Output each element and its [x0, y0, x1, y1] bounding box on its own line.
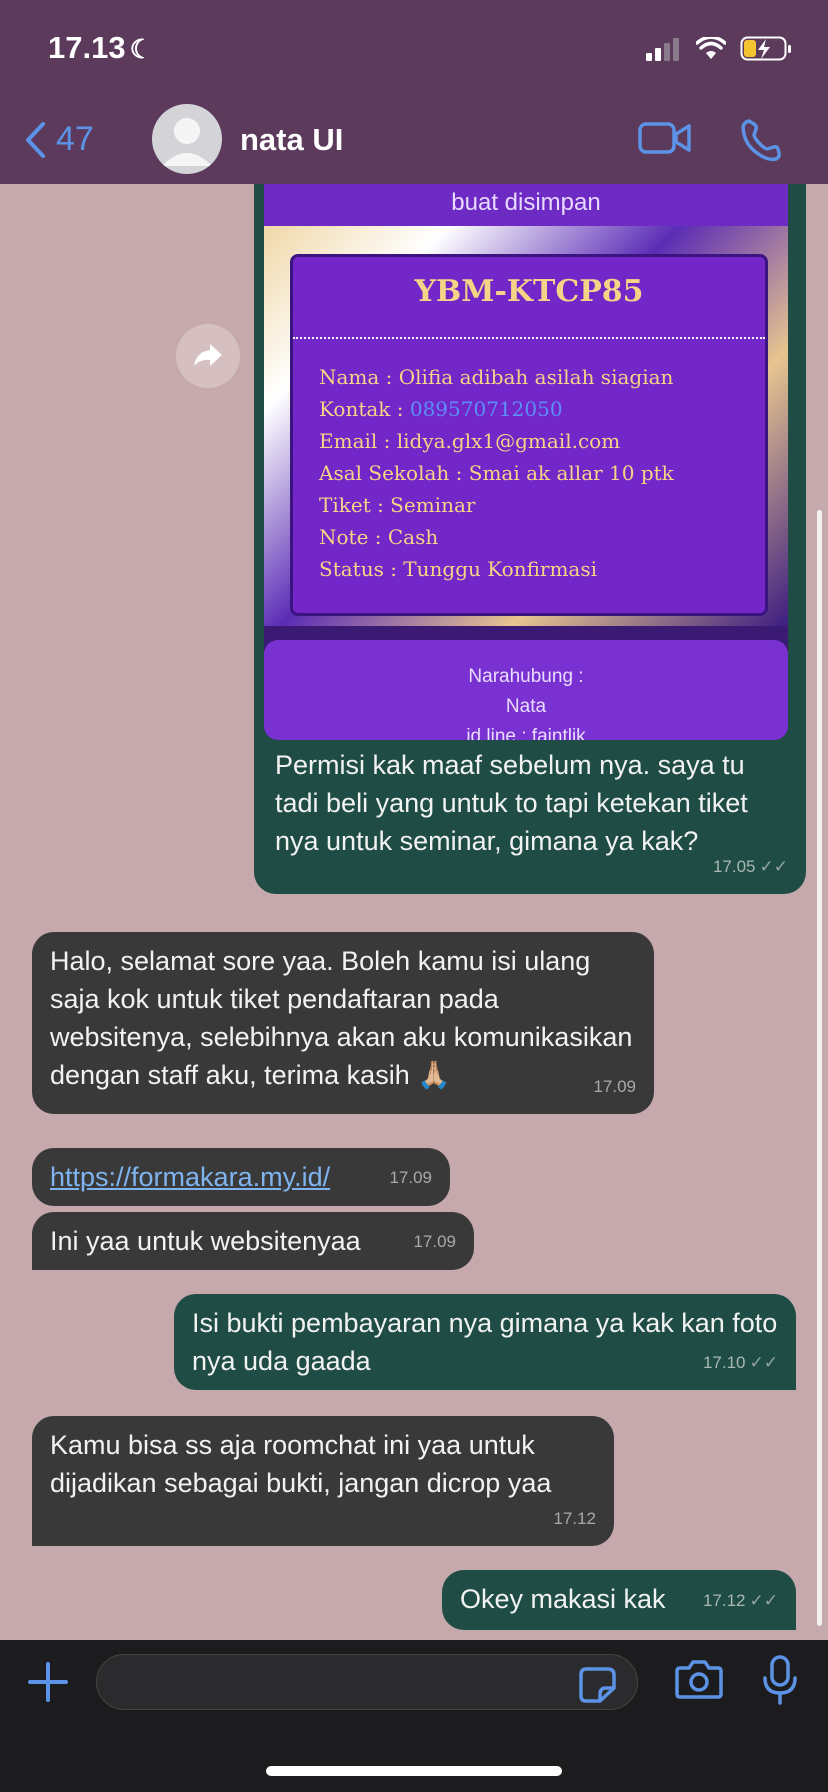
ticket-status: Status : Tunggu Konfirmasi: [319, 557, 598, 581]
forward-arrow-icon: [194, 344, 222, 366]
image-top-text: buat disimpan: [264, 184, 788, 226]
ticket-tiket: Tiket : Seminar: [319, 493, 476, 517]
unread-count: 47: [56, 120, 94, 158]
message-text: Isi bukti pembayaran nya gimana ya kak k…: [192, 1308, 785, 1376]
read-ticks-icon: ✓✓: [749, 1353, 779, 1372]
input-bar: [0, 1640, 828, 1792]
chat-area[interactable]: buat disimpan YBM-KTCP85 Nama : Olifia a…: [0, 184, 828, 1640]
message-meta: 17.12: [553, 1500, 596, 1538]
chevron-left-icon: [26, 121, 45, 158]
message-text: Okey makasi kak: [460, 1584, 666, 1614]
sticker-icon: [579, 1667, 616, 1703]
home-indicator: [266, 1766, 562, 1776]
message-time: 17.10: [702, 1353, 746, 1372]
avatar[interactable]: [152, 104, 222, 174]
ticket-note: Note : Cash: [319, 525, 439, 549]
ticket-kontak-label: Kontak :: [319, 397, 410, 421]
message-meta: 17.09: [593, 1068, 636, 1106]
sticker-button[interactable]: [578, 1666, 618, 1709]
message-input[interactable]: [96, 1654, 638, 1710]
read-ticks-icon: ✓✓: [749, 1591, 779, 1610]
message-meta: 17.09: [389, 1159, 432, 1197]
outgoing-image-message[interactable]: buat disimpan YBM-KTCP85 Nama : Olifia a…: [254, 184, 806, 894]
camera-icon: [675, 1660, 723, 1699]
message-time: 17.09: [389, 1168, 432, 1187]
video-call-button[interactable]: [638, 120, 692, 161]
incoming-link-message[interactable]: https://formakara.my.id/ 17.09: [32, 1148, 450, 1206]
outgoing-message[interactable]: Isi bukti pembayaran nya gimana ya kak k…: [174, 1294, 796, 1390]
ticket-email: Email : lidya.glx1@gmail.com: [319, 429, 621, 453]
ticket-kontak: Kontak : 089570712050: [319, 393, 674, 425]
incoming-message[interactable]: Halo, selamat sore yaa. Boleh kamu isi u…: [32, 932, 654, 1114]
chat-header: 47 nata UI: [0, 100, 828, 184]
message-meta: 17.05 ✓✓: [713, 848, 788, 886]
message-text: Halo, selamat sore yaa. Boleh kamu isi u…: [50, 946, 640, 1090]
plus-icon: [28, 1662, 68, 1702]
image-contact-info: Narahubung : Nata id line : faintlik: [264, 640, 788, 740]
website-link[interactable]: https://formakara.my.id/: [50, 1162, 330, 1192]
ticket-details: Nama : Olifia adibah asilah siagian Kont…: [319, 361, 674, 585]
contact-name[interactable]: nata UI: [240, 122, 343, 158]
message-time: 17.05: [712, 857, 756, 876]
moon-icon: ☾: [129, 34, 153, 64]
message-meta: 17.09: [413, 1223, 456, 1261]
ticket-sekolah: Asal Sekolah : Smai ak allar 10 ptk: [319, 461, 674, 485]
video-camera-icon: [638, 122, 691, 154]
message-time: 17.12: [553, 1509, 596, 1528]
scrollbar[interactable]: [817, 510, 822, 1626]
outgoing-message[interactable]: Okey makasi kak 17.12 ✓✓: [442, 1570, 796, 1630]
message-time: 17.12: [702, 1591, 746, 1610]
ticket-kontak-value: 089570712050: [409, 397, 563, 421]
read-ticks-icon: ✓✓: [759, 857, 789, 876]
incoming-message[interactable]: Ini yaa untuk websitenyaa 17.09: [32, 1212, 474, 1270]
signal-icon: [646, 38, 679, 61]
wifi-icon: [696, 37, 726, 59]
ticket-image[interactable]: buat disimpan YBM-KTCP85 Nama : Olifia a…: [264, 184, 788, 740]
message-text: Kamu bisa ss aja roomchat ini yaa untuk …: [50, 1430, 552, 1498]
time-text: 17.13: [48, 30, 126, 65]
back-button[interactable]: 47: [24, 120, 94, 159]
status-time: 17.13 ☾: [48, 30, 153, 66]
image-bottom-line2: Nata: [505, 696, 547, 717]
attach-button[interactable]: [24, 1658, 72, 1711]
ticket-code: YBM-KTCP85: [414, 274, 644, 309]
status-bar: 17.13 ☾: [0, 0, 828, 100]
phone-icon: [741, 119, 781, 162]
ticket-card: YBM-KTCP85 Nama : Olifia adibah asilah s…: [290, 254, 768, 616]
incoming-message[interactable]: Kamu bisa ss aja roomchat ini yaa untuk …: [32, 1416, 614, 1546]
microphone-icon: [763, 1655, 797, 1705]
message-text: Permisi kak maaf sebelum nya. saya tu ta…: [275, 750, 756, 856]
message-time: 17.09: [413, 1232, 456, 1251]
ticket-nama: Nama : Olifia adibah asilah siagian: [319, 365, 674, 389]
message-meta: 17.12 ✓✓: [703, 1582, 778, 1620]
forward-button[interactable]: [176, 324, 240, 388]
image-bottom-line1: Narahubung :: [468, 666, 584, 687]
message-time: 17.09: [593, 1077, 636, 1096]
person-icon: [162, 118, 212, 166]
image-bottom-line3: id line : faintlik: [466, 726, 586, 740]
message-text: Ini yaa untuk websitenyaa: [50, 1226, 361, 1256]
status-icons: [646, 36, 794, 62]
camera-button[interactable]: [674, 1658, 724, 1705]
microphone-button[interactable]: [760, 1654, 800, 1711]
voice-call-button[interactable]: [740, 118, 782, 167]
message-meta: 17.10 ✓✓: [703, 1344, 778, 1382]
battery-charging-icon: [740, 36, 791, 61]
ticket-divider: [293, 337, 765, 339]
